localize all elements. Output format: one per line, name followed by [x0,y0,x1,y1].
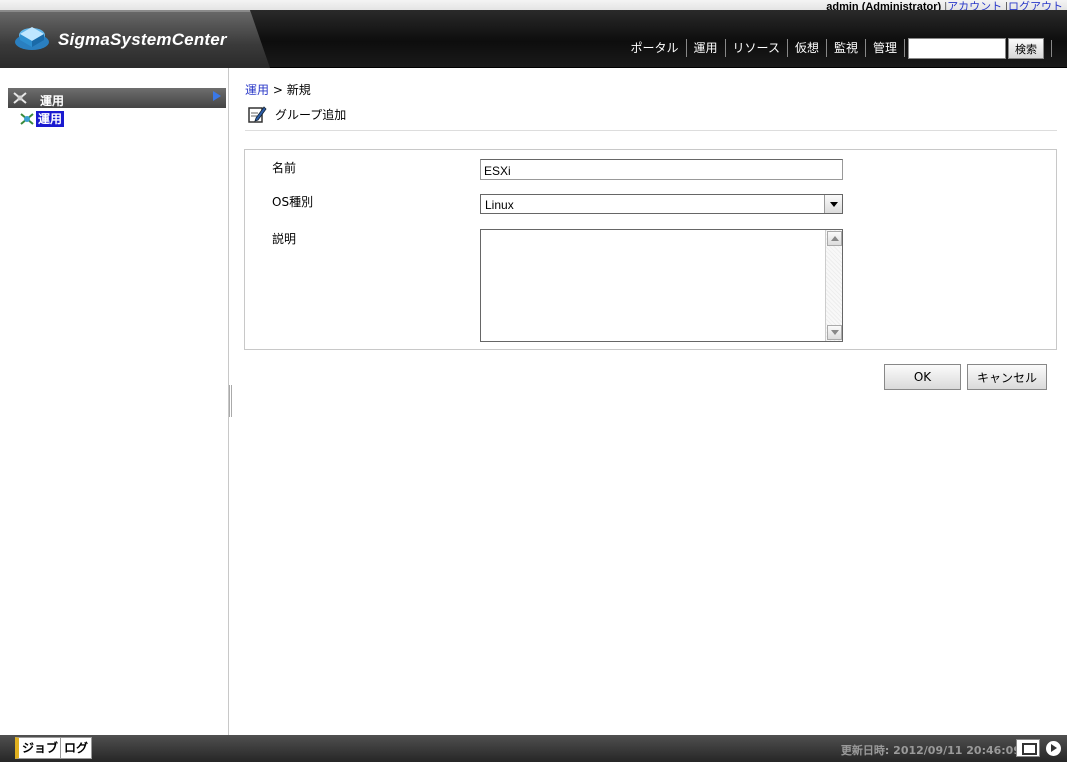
nav-portal[interactable]: ポータル [624,39,687,57]
sidebar-item-label: 運用 [36,111,65,127]
tab-job[interactable]: ジョブ [15,737,63,759]
nav-monitor[interactable]: 監視 [827,39,866,57]
search-button[interactable]: 検索 [1008,38,1044,59]
sidebar-header[interactable]: 運用 [8,88,226,108]
operations-icon [13,92,27,104]
sigma-logo-icon [15,27,49,50]
breadcrumb: 運用 > 新規 [245,81,311,98]
os-type-value: Linux [485,198,514,212]
footer-bar: ジョブ ログ 更新日時: 2012/09/11 20:46:09 [0,735,1067,762]
breadcrumb-separator: > [269,83,287,97]
os-type-label: OS種別 [272,195,314,209]
description-textarea[interactable] [480,229,843,342]
page-title: グループ追加 [275,107,347,122]
title-divider [245,130,1057,131]
sidebar: 運用 運用 [0,68,229,735]
search-input[interactable] [908,38,1006,59]
update-time-value: 2012/09/11 20:46:09 [893,744,1021,757]
breadcrumb-current: 新規 [286,83,311,97]
os-type-select[interactable]: Linux [480,194,843,214]
cancel-button[interactable]: キャンセル [967,364,1047,390]
breadcrumb-operations-link[interactable]: 運用 [245,83,269,97]
pane-splitter[interactable] [229,385,232,417]
nav-divider [1051,40,1052,57]
name-label: 名前 [272,161,297,175]
nav-virtual[interactable]: 仮想 [788,39,827,57]
description-scrollbar[interactable] [825,230,842,341]
ok-button[interactable]: OK [884,364,961,390]
name-field[interactable] [480,159,843,180]
window-icon[interactable] [1016,739,1040,757]
update-timestamp: 更新日時: 2012/09/11 20:46:09 [841,742,1021,758]
play-icon[interactable] [1046,741,1061,756]
nav-resources[interactable]: リソース [726,39,788,57]
expand-arrow-icon[interactable] [213,91,221,101]
sidebar-item-operations[interactable]: 運用 [18,110,65,128]
edit-icon [248,106,267,123]
scroll-down-icon[interactable] [827,325,842,340]
user-info: admin (Administrator) |アカウント |ログアウト [826,0,1063,13]
nav-operations[interactable]: 運用 [687,39,726,57]
tab-log[interactable]: ログ [60,737,93,759]
scroll-up-icon[interactable] [827,231,842,246]
description-label: 説明 [272,232,297,246]
chevron-down-icon[interactable] [824,195,842,213]
sidebar-header-label: 運用 [40,94,65,108]
main-nav: ポータル 運用 リソース 仮想 監視 管理 [624,38,905,58]
update-label: 更新日時: [840,744,890,757]
nav-admin[interactable]: 管理 [866,39,905,57]
operations-tree-icon [20,113,34,125]
page-heading: グループ追加 [247,104,346,124]
logo-text: SigmaSystemCenter [58,30,227,49]
